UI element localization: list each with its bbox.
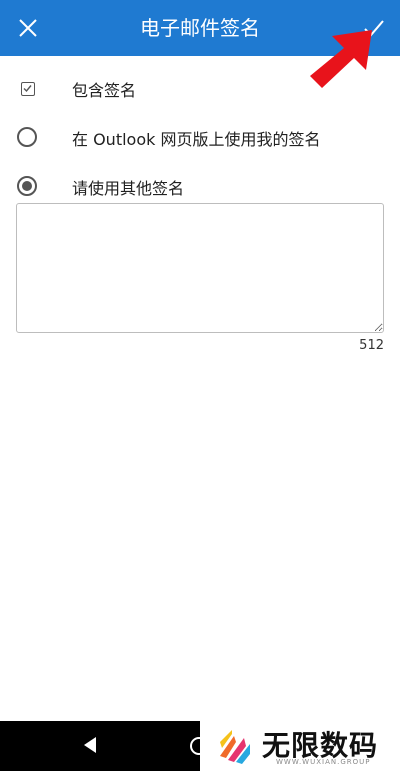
outlook-web-signature-radio[interactable]	[17, 127, 39, 149]
watermark: 无限数码 WWW.WUXIAN.GROUP	[200, 721, 400, 771]
watermark-logo-icon	[220, 730, 250, 764]
outlook-web-signature-row[interactable]: 在 Outlook 网页版上使用我的签名	[0, 118, 400, 158]
back-icon[interactable]	[82, 736, 98, 754]
outlook-web-signature-label: 在 Outlook 网页版上使用我的签名	[72, 130, 321, 149]
include-signature-checkbox[interactable]	[17, 78, 39, 100]
character-counter: 512	[359, 338, 384, 353]
watermark-subtext: WWW.WUXIAN.GROUP	[276, 758, 371, 766]
other-signature-radio[interactable]	[17, 176, 39, 198]
include-signature-row[interactable]: 包含签名	[0, 69, 400, 109]
include-signature-label: 包含签名	[72, 81, 137, 100]
signature-textarea[interactable]	[16, 203, 384, 333]
other-signature-label: 请使用其他签名	[72, 179, 185, 198]
other-signature-row[interactable]: 请使用其他签名	[0, 167, 400, 207]
checkbox-check-icon	[23, 85, 32, 93]
